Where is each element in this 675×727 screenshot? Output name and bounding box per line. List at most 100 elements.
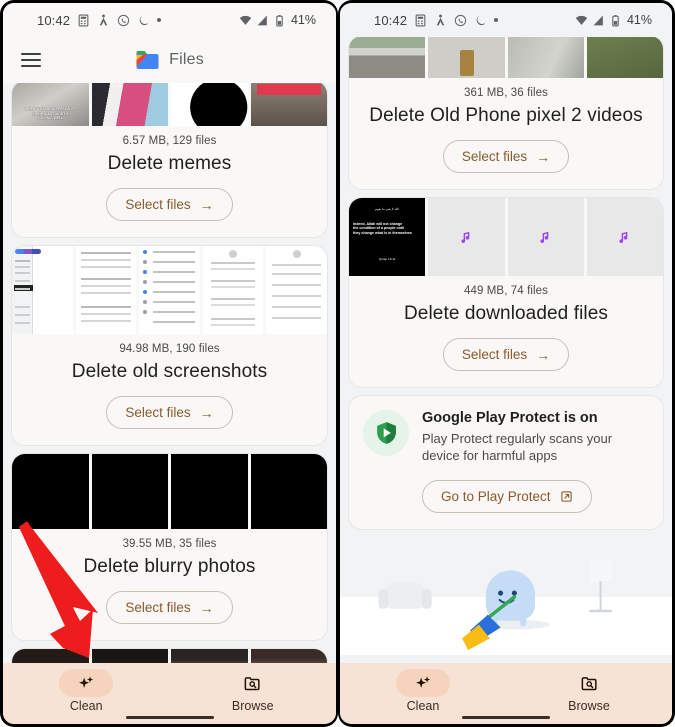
select-files-button[interactable]: Select files → bbox=[106, 188, 233, 221]
signal-icon bbox=[592, 14, 605, 27]
select-files-label: Select files bbox=[125, 600, 191, 615]
battery-icon bbox=[609, 14, 622, 27]
arrow-right-icon: → bbox=[536, 346, 551, 363]
go-to-play-protect-button[interactable]: Go to Play Protect bbox=[422, 480, 592, 514]
select-files-button[interactable]: Select files → bbox=[442, 338, 570, 371]
folder-search-icon bbox=[226, 669, 280, 697]
card-title: Delete memes bbox=[107, 153, 232, 174]
select-files-button[interactable]: Select files → bbox=[106, 591, 233, 624]
bottom-navigation-bar: Clean Browse bbox=[3, 663, 336, 724]
screenshot-thumbnail-2 bbox=[75, 246, 137, 334]
select-files-label: Select files bbox=[125, 197, 191, 212]
suggestion-card-next-partial[interactable] bbox=[11, 648, 328, 663]
suggestion-card-screenshots[interactable]: 94.98 MB, 190 files Delete old screensho… bbox=[11, 245, 328, 446]
audio-file-thumbnail bbox=[507, 198, 584, 276]
screenshot-thumbnail-4 bbox=[202, 246, 264, 334]
calculator-icon bbox=[414, 14, 427, 27]
go-to-play-protect-label: Go to Play Protect bbox=[441, 489, 551, 505]
video-thumbnail-3 bbox=[507, 37, 584, 78]
play-protect-text: Google Play Protect is on Play Protect r… bbox=[422, 410, 649, 464]
hamburger-menu-icon[interactable] bbox=[21, 53, 41, 67]
card-meta: 361 MB, 36 files bbox=[463, 87, 549, 99]
play-protect-title: Google Play Protect is on bbox=[422, 410, 598, 426]
screenshot-thumbnail-1 bbox=[12, 246, 73, 334]
nav-item-clean[interactable]: Clean bbox=[3, 669, 170, 713]
bottom-navigation-bar: Clean Browse bbox=[340, 663, 672, 724]
crescent-moon-icon bbox=[137, 14, 150, 27]
left-phone-screen: 10:42 41% Files WHEN YOU ARE A PERSON OF… bbox=[3, 3, 336, 724]
dot-icon bbox=[157, 18, 162, 22]
play-protect-card[interactable]: Google Play Protect is on Play Protect r… bbox=[348, 395, 664, 531]
suggestion-card-blurry[interactable]: 39.55 MB, 35 files Delete blurry photos … bbox=[11, 453, 328, 641]
external-link-icon bbox=[560, 490, 573, 503]
suggestion-card-downloads[interactable]: الله لا يغير ما بقوم Indeed, Allah will … bbox=[348, 197, 664, 388]
status-bar-left: 10:42 bbox=[37, 13, 162, 28]
partial-thumbnail-1 bbox=[12, 649, 89, 663]
nav-label-browse: Browse bbox=[568, 699, 610, 713]
select-files-button[interactable]: Select files → bbox=[106, 396, 233, 429]
card-title: Delete old screenshots bbox=[71, 361, 268, 382]
wifi-icon bbox=[239, 14, 252, 27]
thumbnail-strip: WHEN YOU ARE A PERSON OF SIGNIFICANT WOR… bbox=[12, 83, 327, 126]
right-phone-screen: 10:42 41% 361 MB, 36 files Delete Old Ph… bbox=[340, 3, 672, 724]
calculator-icon bbox=[77, 14, 90, 27]
sparkle-icon bbox=[59, 669, 114, 697]
select-files-button[interactable]: Select files → bbox=[442, 140, 570, 173]
right-scroll-body[interactable]: 361 MB, 36 files Delete Old Phone pixel … bbox=[340, 37, 672, 663]
whatsapp-icon bbox=[454, 14, 467, 27]
arrow-right-icon: → bbox=[199, 196, 214, 213]
card-content: 6.57 MB, 129 files Delete memes Select f… bbox=[12, 126, 327, 237]
gesture-home-bar[interactable] bbox=[3, 715, 336, 719]
battery-percentage: 41% bbox=[290, 13, 316, 27]
files-app-logo bbox=[135, 49, 160, 71]
nav-item-browse[interactable]: Browse bbox=[170, 669, 337, 713]
blurry-thumbnail-1 bbox=[12, 454, 89, 529]
battery-percentage: 41% bbox=[626, 13, 652, 27]
screenshot-thumbnail-3 bbox=[139, 246, 200, 334]
thumbnail-strip bbox=[349, 37, 663, 78]
folder-search-icon bbox=[562, 669, 616, 697]
suggestion-card-memes[interactable]: WHEN YOU ARE A PERSON OF SIGNIFICANT WOR… bbox=[11, 83, 328, 238]
select-files-label: Select files bbox=[461, 347, 528, 362]
dot-icon bbox=[494, 18, 499, 22]
audio-file-thumbnail bbox=[586, 198, 663, 276]
crescent-moon-icon bbox=[474, 14, 487, 27]
quote-image-thumbnail: الله لا يغير ما بقوم Indeed, Allah will … bbox=[349, 198, 426, 276]
arrow-right-icon: → bbox=[199, 404, 214, 421]
play-protect-header: Google Play Protect is on Play Protect r… bbox=[363, 410, 649, 464]
status-time: 10:42 bbox=[374, 12, 408, 28]
app-title: Files bbox=[169, 51, 204, 68]
arrow-right-icon: → bbox=[536, 148, 551, 165]
cleaning-mascot-illustration bbox=[340, 537, 672, 656]
nav-item-browse[interactable]: Browse bbox=[506, 669, 672, 713]
video-thumbnail-2 bbox=[428, 37, 505, 78]
suggestion-card-videos[interactable]: 361 MB, 36 files Delete Old Phone pixel … bbox=[348, 37, 664, 190]
meme-thumbnail-2 bbox=[91, 83, 168, 126]
left-scroll-body[interactable]: WHEN YOU ARE A PERSON OF SIGNIFICANT WOR… bbox=[3, 83, 336, 663]
card-meta: 449 MB, 74 files bbox=[463, 285, 549, 297]
play-protect-action-row: Go to Play Protect bbox=[363, 476, 649, 514]
wifi-icon bbox=[575, 14, 588, 27]
blurry-thumbnail-3 bbox=[171, 454, 248, 529]
partial-thumbnail-2 bbox=[91, 649, 168, 663]
signal-icon bbox=[256, 14, 269, 27]
thumbnail-strip: الله لا يغير ما بقوم Indeed, Allah will … bbox=[349, 198, 663, 276]
app-brand: Files bbox=[3, 49, 336, 71]
partial-thumbnail-3 bbox=[171, 649, 248, 663]
gesture-home-bar[interactable] bbox=[340, 715, 672, 719]
select-files-label: Select files bbox=[461, 149, 528, 164]
app-bar: Files bbox=[3, 37, 336, 83]
nav-item-clean[interactable]: Clean bbox=[340, 669, 506, 713]
left-phone-screenshot: 10:42 41% Files WHEN YOU ARE A PERSON OF… bbox=[0, 0, 338, 727]
play-protect-shield-icon bbox=[363, 410, 409, 456]
meme-thumbnail-4 bbox=[250, 83, 327, 126]
meme-thumbnail-1: WHEN YOU ARE A PERSON OF SIGNIFICANT WOR… bbox=[12, 83, 89, 126]
nav-label-clean: Clean bbox=[69, 699, 103, 713]
nav-label-clean: Clean bbox=[406, 699, 440, 713]
thumbnail-strip bbox=[12, 454, 327, 529]
card-content: 449 MB, 74 files Delete downloaded files… bbox=[349, 276, 663, 387]
video-thumbnail-1 bbox=[349, 37, 426, 78]
card-title: Delete downloaded files bbox=[403, 303, 609, 324]
status-bar: 10:42 41% bbox=[3, 3, 336, 37]
card-meta: 6.57 MB, 129 files bbox=[122, 135, 217, 147]
